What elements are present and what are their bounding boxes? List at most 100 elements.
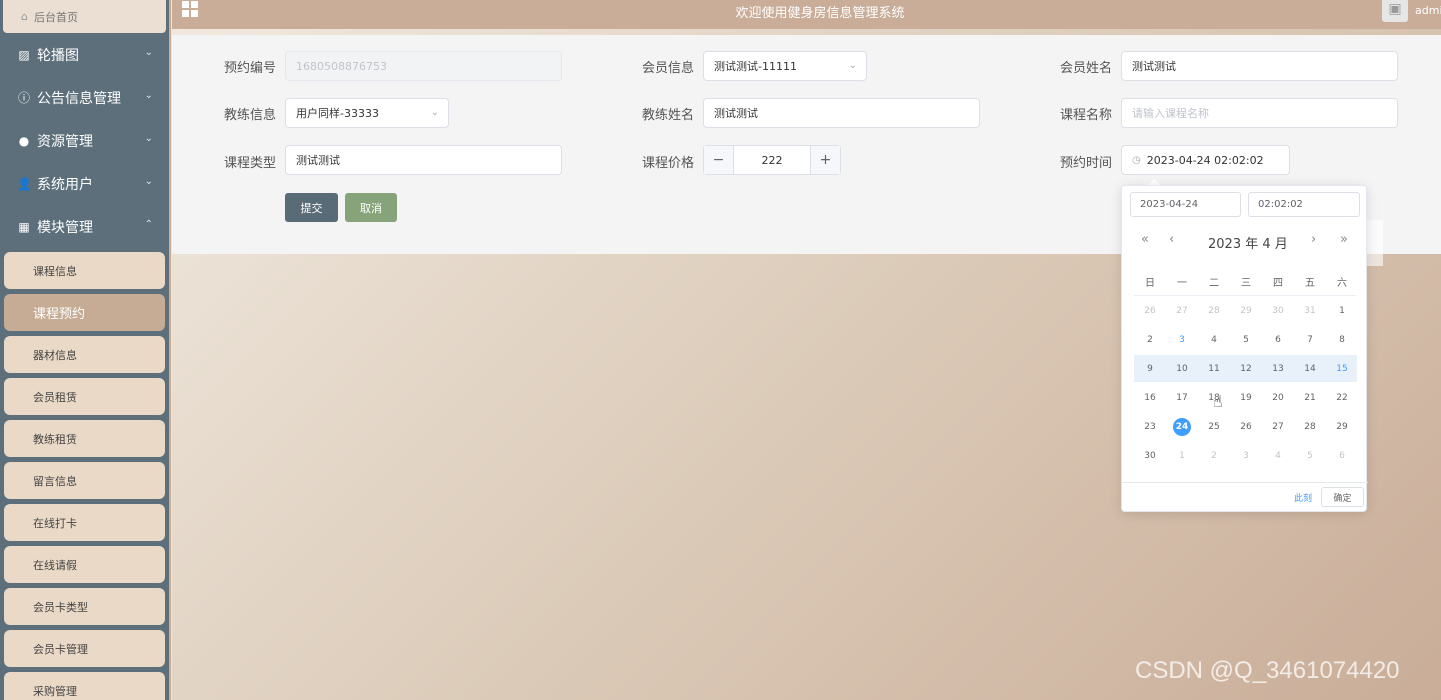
sidebar-item-checkin[interactable]: 在线打卡 xyxy=(4,504,165,541)
page-title: 欢迎使用健身房信息管理系统 xyxy=(735,6,905,21)
calendar-day[interactable]: 29 xyxy=(1231,302,1261,320)
calendar-day[interactable]: 26 xyxy=(1231,418,1261,436)
coach-info-label: 教练信息 xyxy=(223,108,276,123)
sidebar-item-card-type[interactable]: 会员卡类型 xyxy=(4,588,165,625)
calendar-day-selected[interactable]: 24 xyxy=(1167,418,1197,436)
calendar-day[interactable]: 14 xyxy=(1295,360,1325,378)
calendar-day[interactable]: 6 xyxy=(1327,447,1357,465)
increase-button[interactable]: + xyxy=(810,146,840,174)
calendar-day[interactable]: 4 xyxy=(1263,447,1293,465)
booking-time-label: 预约时间 xyxy=(1059,156,1112,171)
sidebar-item-course-booking[interactable]: 课程预约 xyxy=(4,294,165,331)
calendar-day[interactable]: 23 xyxy=(1135,418,1165,436)
grid-icon: ▦ xyxy=(18,219,30,234)
calendar-day[interactable]: 10 xyxy=(1167,360,1197,378)
calendar-day[interactable]: 22 xyxy=(1327,389,1357,407)
decrease-button[interactable]: − xyxy=(704,146,734,174)
sidebar-menu-system-user[interactable]: 👤 系统用户 ⌄ xyxy=(0,162,169,205)
calendar-day[interactable]: 5 xyxy=(1295,447,1325,465)
calendar-day[interactable]: 9 xyxy=(1135,360,1165,378)
coach-info-select[interactable]: 用户同样-33333 ⌄ xyxy=(285,98,449,128)
calendar-day[interactable]: 3 xyxy=(1167,331,1197,349)
sidebar-item-member-rental[interactable]: 会员租赁 xyxy=(4,378,165,415)
booking-time-input[interactable]: ◷ 2023-04-24 02:02:02 xyxy=(1121,145,1290,175)
calendar-day[interactable]: 6 xyxy=(1263,331,1293,349)
confirm-button[interactable]: 确定 xyxy=(1321,487,1364,507)
calendar-day[interactable]: 7 xyxy=(1295,331,1325,349)
member-name-label: 会员姓名 xyxy=(1059,61,1112,76)
sidebar-menu-notice[interactable]: ⓘ 公告信息管理 ⌄ xyxy=(0,76,169,119)
calendar-day[interactable]: 20 xyxy=(1263,389,1293,407)
calendar-day[interactable]: 16 xyxy=(1135,389,1165,407)
calendar-day[interactable]: 30 xyxy=(1263,302,1293,320)
weekday-divider xyxy=(1134,295,1356,296)
sidebar-item-coach-rental[interactable]: 教练租赁 xyxy=(4,420,165,457)
sidebar-item-leave[interactable]: 在线请假 xyxy=(4,546,165,583)
calendar-day[interactable]: 17 xyxy=(1167,389,1197,407)
calendar-day[interactable]: 27 xyxy=(1167,302,1197,320)
course-type-input[interactable]: 测试测试 xyxy=(285,145,562,175)
calendar-day[interactable]: 12 xyxy=(1231,360,1261,378)
calendar-day[interactable]: 25 xyxy=(1199,418,1229,436)
image-icon: ▣ xyxy=(1388,1,1402,17)
calendar-day[interactable]: 27 xyxy=(1263,418,1293,436)
submit-button[interactable]: 提交 xyxy=(285,193,338,222)
sidebar-item-course-info[interactable]: 课程信息 xyxy=(4,252,165,289)
calendar-day[interactable]: 31 xyxy=(1295,302,1325,320)
sidebar-item-card-manage[interactable]: 会员卡管理 xyxy=(4,630,165,667)
picker-date-input[interactable]: 2023-04-24 xyxy=(1130,192,1241,217)
calendar-day[interactable]: 28 xyxy=(1295,418,1325,436)
top-header: 欢迎使用健身房信息管理系统 ▣ admin xyxy=(172,0,1441,29)
sidebar-item-equipment-info[interactable]: 器材信息 xyxy=(4,336,165,373)
course-price-label: 课程价格 xyxy=(641,156,694,171)
sidebar-menu-carousel[interactable]: ▨ 轮播图 ⌄ xyxy=(0,33,169,76)
calendar-day[interactable]: 11 xyxy=(1199,360,1229,378)
member-name-input[interactable]: 测试测试 xyxy=(1121,51,1398,81)
calendar-day[interactable]: 15 xyxy=(1327,360,1357,378)
sidebar-menu-module[interactable]: ▦ 模块管理 ⌃ xyxy=(0,205,169,248)
coach-name-label: 教练姓名 xyxy=(641,108,694,123)
sidebar-menu-resource[interactable]: ● 资源管理 ⌄ xyxy=(0,119,169,162)
calendar-day[interactable]: 4 xyxy=(1199,331,1229,349)
calendar-day[interactable]: 30 xyxy=(1135,447,1165,465)
calendar-day[interactable]: 5 xyxy=(1231,331,1261,349)
sidebar-home[interactable]: ⌂ 后台首页 xyxy=(3,0,166,33)
calendar-day[interactable]: 26 xyxy=(1135,302,1165,320)
prev-year-icon[interactable]: « xyxy=(1141,232,1149,247)
course-price-value[interactable]: 222 xyxy=(734,146,810,174)
calendar-day[interactable]: 19 xyxy=(1231,389,1261,407)
sidebar-menu-label: 公告信息管理 xyxy=(37,90,121,107)
chevron-down-icon: ⌄ xyxy=(430,107,439,118)
calendar-day[interactable]: 3 xyxy=(1231,447,1261,465)
next-month-icon[interactable]: › xyxy=(1311,232,1316,247)
picker-title[interactable]: 2023 年 4 月 xyxy=(1208,233,1288,252)
calendar-day[interactable]: 21 xyxy=(1295,389,1325,407)
calendar-day[interactable]: 8 xyxy=(1327,331,1357,349)
chevron-down-icon: ⌄ xyxy=(144,90,153,101)
bulb-icon: ● xyxy=(18,133,30,148)
calendar-day[interactable]: 29 xyxy=(1327,418,1357,436)
course-type-label: 课程类型 xyxy=(223,156,276,171)
calendar-day[interactable]: 1 xyxy=(1327,302,1357,320)
sidebar-item-purchase[interactable]: 采购管理 xyxy=(4,672,165,700)
calendar-day[interactable]: 2 xyxy=(1199,447,1229,465)
course-name-input[interactable]: 请输入课程名称 xyxy=(1121,98,1398,128)
next-year-icon[interactable]: » xyxy=(1340,232,1348,247)
calendar-day[interactable]: 28 xyxy=(1199,302,1229,320)
calendar-day[interactable]: 2 xyxy=(1135,331,1165,349)
picker-time-input[interactable]: 02:02:02 xyxy=(1248,192,1360,217)
calendar-day[interactable]: 13 xyxy=(1263,360,1293,378)
coach-name-input[interactable]: 测试测试 xyxy=(703,98,980,128)
booking-no-input: 1680508876753 xyxy=(285,51,562,81)
avatar[interactable]: ▣ xyxy=(1382,0,1408,22)
prev-month-icon[interactable]: ‹ xyxy=(1169,232,1174,247)
image-icon: ▨ xyxy=(18,47,30,62)
sidebar-item-messages[interactable]: 留言信息 xyxy=(4,462,165,499)
member-info-select[interactable]: 测试测试-11111 ⌄ xyxy=(703,51,867,81)
user-name[interactable]: admin xyxy=(1415,4,1441,17)
cancel-button[interactable]: 取消 xyxy=(345,193,397,222)
member-info-label: 会员信息 xyxy=(641,61,694,76)
calendar-day[interactable]: 1 xyxy=(1167,447,1197,465)
weekday-label: 二 xyxy=(1209,278,1219,289)
now-button[interactable]: 此刻 xyxy=(1294,491,1312,504)
